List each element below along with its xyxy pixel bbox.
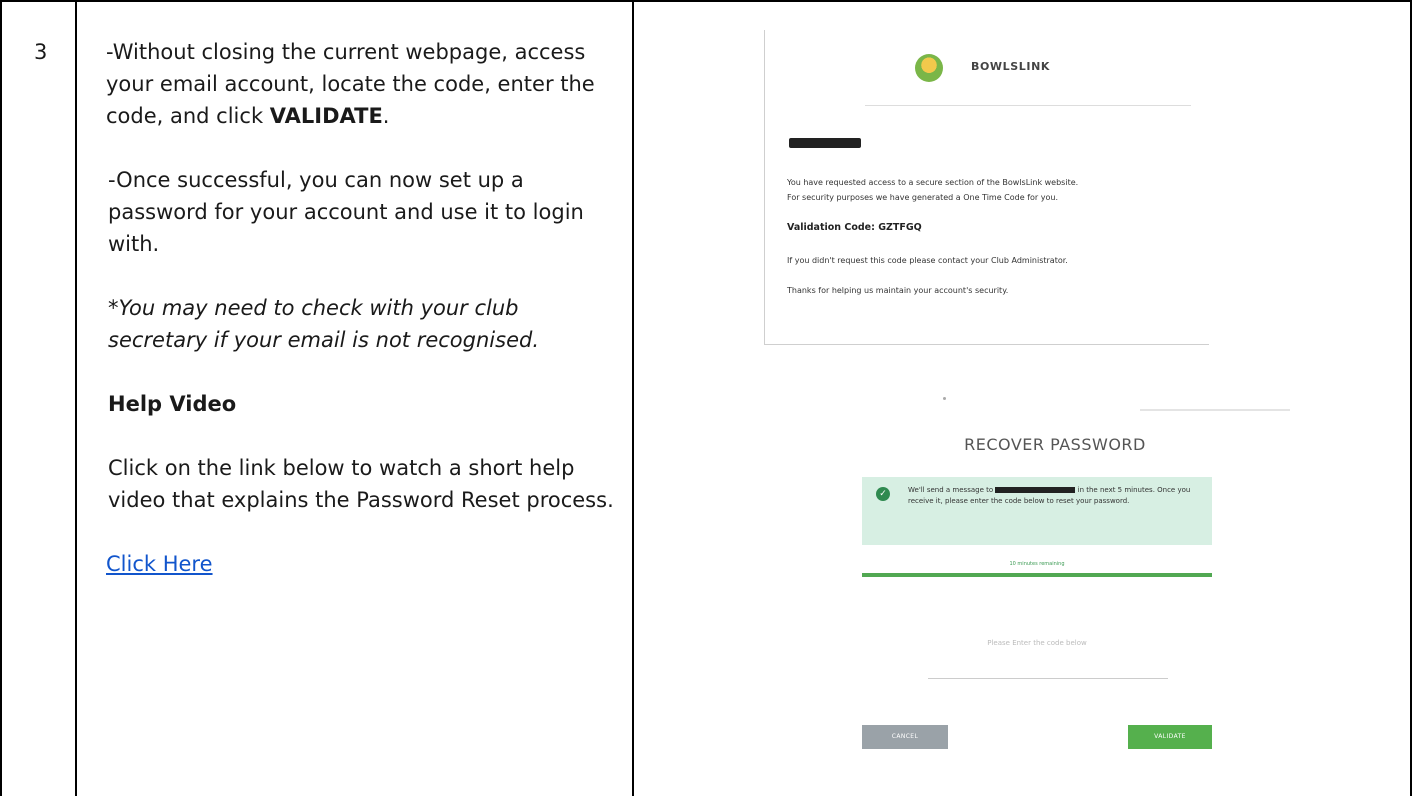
instruction-success: -Once successful, you can now set up a p… (108, 168, 584, 256)
help-heading-text: Help Video (108, 392, 237, 416)
faint-divider (1140, 409, 1290, 411)
email-brand: BOWLSLINK (971, 60, 1051, 73)
bowlslink-logo-icon (915, 54, 943, 82)
help-link-row: Click Here (106, 548, 616, 580)
note-italic: *You may need to check with your club se… (108, 296, 539, 352)
email-body-line: For security purposes we have generated … (787, 193, 1058, 202)
table-left-border (0, 0, 2, 796)
email-divider (865, 105, 1191, 106)
instructions-cell: -Without closing the current webpage, ac… (106, 36, 616, 580)
recover-title: RECOVER PASSWORD (964, 435, 1146, 454)
help-text: Click on the link below to watch a short… (108, 456, 614, 512)
redacted-email (995, 487, 1076, 493)
progress-bar (862, 573, 1212, 577)
email-body-line: If you didn't request this code please c… (787, 256, 1068, 265)
validation-code: Validation Code: GZTFGQ (787, 222, 922, 233)
code-input-underline[interactable] (928, 678, 1168, 679)
validate-keyword: VALIDATE (269, 104, 383, 128)
info-icon: ✓ (876, 487, 890, 501)
instruction-period: . (382, 104, 390, 128)
column-divider-1 (75, 0, 77, 796)
email-body-line: Thanks for helping us maintain your acco… (787, 286, 1009, 295)
decorative-dot (943, 397, 946, 400)
validate-button[interactable]: VALIDATE (1128, 725, 1212, 749)
info-message: We'll send a message to in the next 5 mi… (908, 485, 1208, 507)
table-top-border (0, 0, 1412, 2)
info-message-pre: We'll send a message to (908, 486, 994, 494)
instruction-step-validate: -Without closing the current webpage, ac… (106, 36, 616, 132)
redacted-name (789, 138, 861, 148)
code-input-placeholder: Please Enter the code below (987, 639, 1087, 647)
cancel-button[interactable]: CANCEL (862, 725, 948, 749)
note-text: *You may need to check with your club se… (106, 292, 616, 356)
help-heading: Help Video (106, 388, 616, 420)
email-body-line: You have requested access to a secure se… (787, 178, 1079, 187)
time-remaining: 10 minutes remaining (1009, 561, 1065, 567)
info-message-box: ✓ We'll send a message to in the next 5 … (862, 477, 1212, 545)
email-screenshot: BOWLSLINK You have requested access to a… (764, 30, 1209, 345)
click-here-link[interactable]: Click Here (106, 552, 213, 576)
recover-password-screenshot: RECOVER PASSWORD ✓ We'll send a message … (820, 395, 1290, 760)
column-divider-2 (632, 0, 634, 796)
row-number: 3 (34, 40, 48, 64)
